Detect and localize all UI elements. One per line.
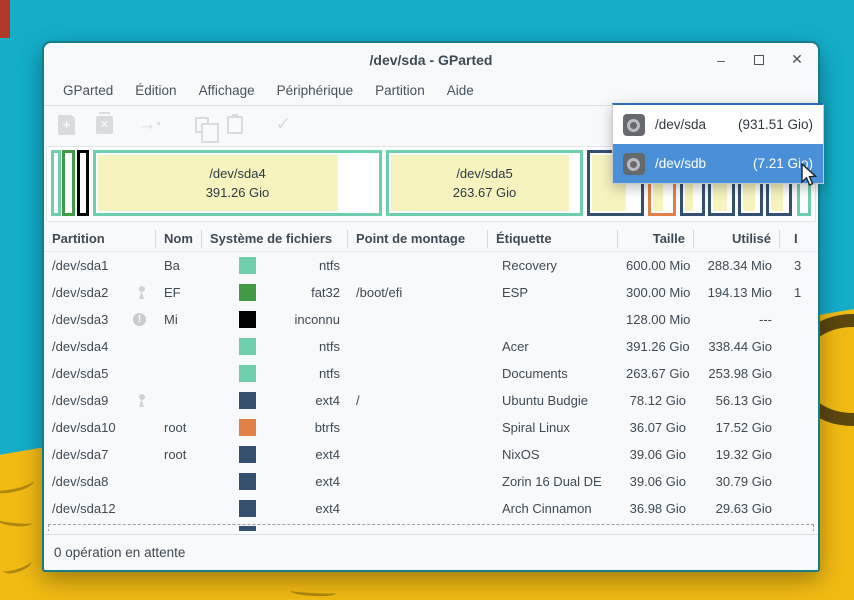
new-partition-icon[interactable]: + bbox=[58, 115, 75, 135]
fs-color-swatch bbox=[239, 392, 256, 409]
table-row[interactable]: /dev/sda8 ext4 Zorin 16 Dual DE 39.06 Gi… bbox=[44, 468, 818, 495]
col-size[interactable]: Taille bbox=[618, 230, 694, 248]
mounted-lock-icon bbox=[137, 394, 146, 407]
table-header: Partition Nom Système de fichiers Point … bbox=[44, 226, 818, 252]
mouse-cursor bbox=[800, 163, 820, 187]
bar-segment-sda2[interactable] bbox=[62, 150, 75, 216]
titlebar[interactable]: /dev/sda - GParted – ✕ bbox=[44, 43, 818, 76]
fs-color-swatch bbox=[239, 284, 256, 301]
menu-edition[interactable]: Édition bbox=[124, 79, 187, 102]
menu-gparted[interactable]: GParted bbox=[52, 79, 124, 102]
bar-segment-sda4[interactable]: /dev/sda4 391.26 Gio bbox=[93, 150, 382, 216]
fs-color-swatch bbox=[239, 365, 256, 382]
device-option-sda[interactable]: /dev/sda (931.51 Gio) bbox=[613, 105, 823, 144]
paste-icon[interactable] bbox=[227, 116, 243, 134]
table-row[interactable]: /dev/sda10 root btrfs Spiral Linux 36.07… bbox=[44, 414, 818, 441]
col-unused-clipped[interactable]: I bbox=[780, 230, 818, 248]
apply-operations-icon[interactable]: ✓ bbox=[275, 113, 291, 136]
fs-color-swatch bbox=[239, 257, 256, 274]
table-row[interactable]: /dev/sda5 ntfs Documents 263.67 Gio 253.… bbox=[44, 360, 818, 387]
hard-disk-icon bbox=[623, 153, 645, 175]
menu-aide[interactable]: Aide bbox=[436, 79, 485, 102]
fs-color-swatch bbox=[239, 338, 256, 355]
col-partition[interactable]: Partition bbox=[44, 230, 156, 248]
statusbar: 0 opération en attente bbox=[44, 534, 818, 570]
table-row[interactable]: /dev/sda4 ntfs Acer 391.26 Gio 338.44 Gi… bbox=[44, 333, 818, 360]
minimize-button[interactable]: – bbox=[714, 53, 728, 67]
fs-color-swatch bbox=[239, 526, 256, 531]
partition-table: /dev/sda1 Ba ntfs Recovery 600.00 Mio 28… bbox=[44, 252, 818, 532]
hard-disk-icon bbox=[623, 114, 645, 136]
table-row[interactable]: /dev/sda9 ext4 / Ubuntu Budgie 78.12 Gio… bbox=[44, 387, 818, 414]
bar-segment-sda5[interactable]: /dev/sda5 263.67 Gio bbox=[386, 150, 583, 216]
desktop-wallpaper: /dev/sda - GParted – ✕ GParted Édition A… bbox=[0, 0, 854, 600]
table-row[interactable]: /dev/sda12 ext4 Arch Cinnamon 36.98 Gio … bbox=[44, 495, 818, 522]
bar-segment-sda3[interactable] bbox=[77, 150, 89, 216]
table-row[interactable]: /dev/sda2 EF fat32 /boot/efi ESP 300.00 … bbox=[44, 279, 818, 306]
table-row[interactable]: /dev/sda1 Ba ntfs Recovery 600.00 Mio 28… bbox=[44, 252, 818, 279]
fs-color-swatch bbox=[239, 446, 256, 463]
pending-operations-text: 0 opération en attente bbox=[54, 545, 185, 560]
maximize-button[interactable] bbox=[752, 53, 766, 67]
menu-peripherique[interactable]: Périphérique bbox=[266, 79, 365, 102]
bar-segment-sda1[interactable] bbox=[51, 150, 61, 216]
device-option-sdb[interactable]: /dev/sdb (7.21 Gio) bbox=[613, 144, 823, 183]
fs-color-swatch bbox=[239, 473, 256, 490]
col-mountpoint[interactable]: Point de montage bbox=[348, 230, 488, 248]
table-row[interactable]: /dev/sda3! Mi inconnu 128.00 Mio --- bbox=[44, 306, 818, 333]
close-button[interactable]: ✕ bbox=[790, 53, 804, 67]
col-filesystem[interactable]: Système de fichiers bbox=[202, 230, 348, 248]
menu-affichage[interactable]: Affichage bbox=[188, 79, 266, 102]
bar-segment-sda4-label: /dev/sda4 391.26 Gio bbox=[96, 153, 379, 213]
warning-icon: ! bbox=[133, 313, 146, 326]
wallpaper-red-strip bbox=[0, 0, 10, 38]
gparted-window: /dev/sda - GParted – ✕ GParted Édition A… bbox=[42, 41, 820, 572]
table-row-partial[interactable] bbox=[44, 522, 818, 531]
fs-color-swatch bbox=[239, 419, 256, 436]
col-used[interactable]: Utilisé bbox=[694, 230, 780, 248]
window-title: /dev/sda - GParted bbox=[44, 52, 818, 68]
device-selector-dropdown: /dev/sda (931.51 Gio) /dev/sdb (7.21 Gio… bbox=[612, 103, 824, 184]
fs-color-swatch bbox=[239, 500, 256, 517]
fs-color-swatch bbox=[239, 311, 256, 328]
delete-partition-icon[interactable]: ✕ bbox=[96, 116, 113, 134]
resize-move-icon[interactable]: →· bbox=[137, 115, 162, 134]
col-nom[interactable]: Nom bbox=[156, 230, 202, 248]
menubar: GParted Édition Affichage Périphérique P… bbox=[44, 76, 818, 105]
copy-icon[interactable] bbox=[195, 117, 209, 133]
col-label[interactable]: Étiquette bbox=[488, 230, 618, 248]
mounted-lock-icon bbox=[137, 286, 146, 299]
bar-segment-sda5-label: /dev/sda5 263.67 Gio bbox=[389, 153, 580, 213]
menu-partition[interactable]: Partition bbox=[364, 79, 436, 102]
table-row[interactable]: /dev/sda7 root ext4 NixOS 39.06 Gio 19.3… bbox=[44, 441, 818, 468]
